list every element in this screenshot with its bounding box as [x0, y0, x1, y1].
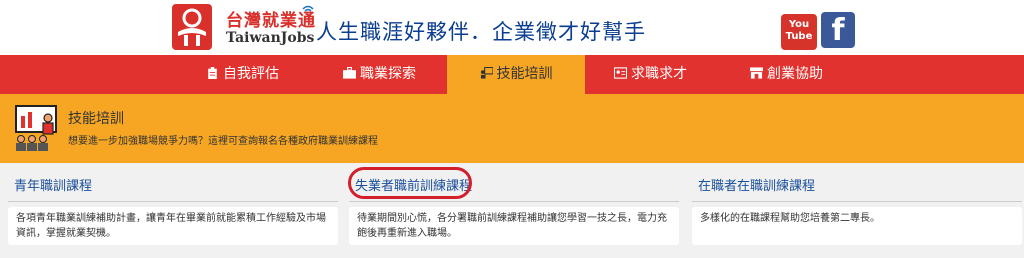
nav-label: 職業探索	[360, 66, 416, 82]
card-description: 多樣化的在職課程幫助您培養第二專長。	[692, 207, 1022, 245]
teacher-icon	[480, 67, 493, 79]
taiwanjobs-logo[interactable]	[172, 4, 212, 50]
main-nav: 自我評估 職業探索 技能培訓 求職求才 創業協助	[0, 55, 1024, 94]
section-banner: 技能培訓 想要進一步加強職場競爭力嗎？這裡可查詢報名各種政府職業訓練課程	[0, 94, 1024, 163]
nav-item-skill-training[interactable]: 技能培訓	[447, 55, 585, 94]
nav-label: 求職求才	[631, 66, 687, 82]
nav-label: 自我評估	[223, 66, 279, 82]
course-card-employed[interactable]: 在職者在職訓練課程 多樣化的在職課程幫助您培養第二專長。	[692, 172, 1022, 245]
banner-title: 技能培訓	[68, 111, 124, 127]
nav-item-career-exploration[interactable]: 職業探索	[343, 55, 416, 94]
facebook-icon[interactable]: f	[821, 12, 855, 48]
briefcase-icon	[343, 67, 356, 79]
card-description: 待業期間別心慌，各分署職前訓練課程補助讓您學習一技之長，電力充飽後再重新進入職場…	[349, 207, 679, 245]
banner-subtitle: 想要進一步加強職場競爭力嗎？這裡可查詢報名各種政府職業訓練課程	[68, 136, 378, 147]
signal-icon	[302, 5, 314, 12]
store-icon	[750, 67, 763, 79]
brand-name-en: TaiwanJobs	[226, 30, 315, 46]
course-card-unemployed[interactable]: 失業者職前訓練課程 待業期間別心慌，各分署職前訓練課程補助讓您學習一技之長，電力…	[349, 172, 679, 245]
nav-label: 技能培訓	[496, 66, 553, 82]
nav-item-startup-assistance[interactable]: 創業協助	[750, 55, 823, 94]
nav-item-job-search[interactable]: 求職求才	[614, 55, 687, 94]
course-card-youth[interactable]: 青年職訓課程 各項青年職業訓練補助計畫，讓青年在畢業前就能累積工作經驗及市場資訊…	[8, 172, 338, 245]
site-slogan: 人生職涯好夥伴．企業徵才好幫手	[316, 20, 646, 44]
id-card-icon	[614, 67, 627, 79]
nav-item-self-assessment[interactable]: 自我評估	[206, 55, 279, 94]
card-title[interactable]: 失業者職前訓練課程	[349, 172, 679, 202]
site-header: 台灣就業通 TaiwanJobs 人生職涯好夥伴．企業徵才好幫手 You Tub…	[0, 0, 1024, 55]
clipboard-icon	[208, 67, 217, 79]
card-title[interactable]: 在職者在職訓練課程	[692, 172, 1022, 202]
nav-label: 創業協助	[767, 66, 823, 82]
youtube-label-bottom: Tube	[785, 31, 813, 42]
card-title[interactable]: 青年職訓課程	[8, 172, 338, 202]
youtube-icon[interactable]: You Tube	[781, 14, 817, 50]
classroom-icon	[15, 105, 57, 151]
card-description: 各項青年職業訓練補助計畫，讓青年在畢業前就能累積工作經驗及市場資訊，掌握就業契機…	[8, 207, 338, 245]
youtube-label-top: You	[788, 19, 810, 30]
